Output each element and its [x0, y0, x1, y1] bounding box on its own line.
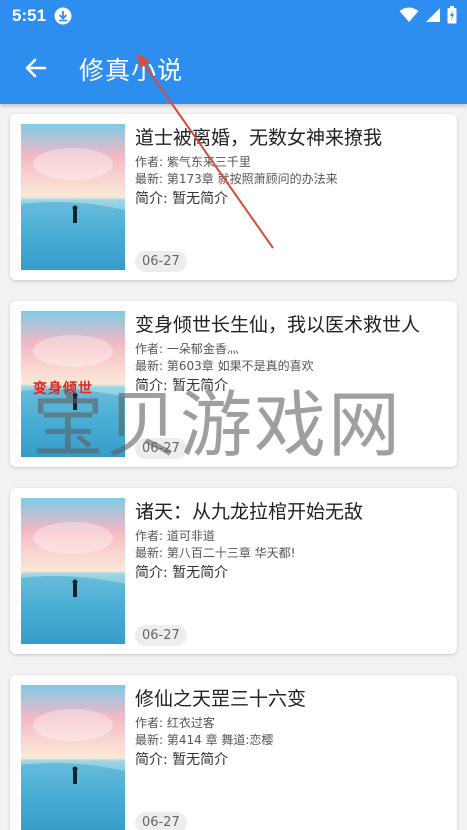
- book-card[interactable]: 修仙之天罡三十六变 作者: 红衣过客 最新: 第414 章 舞道:恋樱 简介: …: [10, 675, 457, 830]
- book-author: 作者: 紫气东来三千里: [135, 155, 251, 169]
- book-latest: 最新: 第八百二十三章 华天都!: [135, 546, 296, 560]
- book-cover: 变身倾世: [21, 311, 125, 457]
- book-date: 06-27: [135, 251, 187, 272]
- cover-title-text: 变身倾世: [33, 381, 93, 397]
- arrow-left-icon[interactable]: [22, 54, 50, 82]
- book-latest: 最新: 第414 章 舞道:恋樱: [135, 733, 274, 747]
- book-card[interactable]: 道士被离婚，无数女神来撩我 作者: 紫气东来三千里 最新: 第173章 就按照萧…: [10, 114, 457, 280]
- page-title: 修真小说: [79, 56, 184, 85]
- download-icon: [54, 7, 72, 25]
- book-author: 作者: 道可非道: [135, 529, 215, 543]
- battery-icon: [447, 6, 457, 24]
- book-card[interactable]: 诸天：从九龙拉棺开始无敌 作者: 道可非道 最新: 第八百二十三章 华天都! 简…: [10, 488, 457, 654]
- book-date: 06-27: [135, 625, 187, 646]
- book-date: 06-27: [135, 438, 187, 459]
- book-title[interactable]: 诸天：从九龙拉棺开始无敌: [135, 500, 451, 524]
- wifi-icon: [399, 7, 419, 22]
- book-info: 修仙之天罡三十六变 作者: 红衣过客 最新: 第414 章 舞道:恋樱 简介: …: [135, 687, 451, 770]
- book-title[interactable]: 修仙之天罡三十六变: [135, 687, 451, 711]
- book-intro: 简介: 暂无简介: [135, 191, 229, 207]
- book-info: 诸天：从九龙拉棺开始无敌 作者: 道可非道 最新: 第八百二十三章 华天都! 简…: [135, 500, 451, 583]
- book-cover: [21, 498, 125, 644]
- book-date: 06-27: [135, 812, 187, 830]
- book-author: 作者: 红衣过客: [135, 716, 215, 730]
- book-intro: 简介: 暂无简介: [135, 565, 229, 581]
- book-cover: [21, 685, 125, 830]
- book-latest: 最新: 第603章 如果不是真的喜欢: [135, 359, 314, 373]
- status-bar: 5:51: [0, 0, 467, 32]
- book-title[interactable]: 变身倾世长生仙，我以医术救世人: [135, 313, 451, 337]
- system-icons: [399, 6, 457, 24]
- book-card[interactable]: 变身倾世 变身倾世长生仙，我以医术救世人 作者: 一朵郁金香灬 最新: 第603…: [10, 301, 457, 467]
- book-latest: 最新: 第173章 就按照萧顾问的办法来: [135, 172, 338, 186]
- book-cover: [21, 124, 125, 270]
- app-bar: 修真小说: [0, 32, 467, 104]
- signal-icon: [426, 8, 440, 22]
- book-title[interactable]: 道士被离婚，无数女神来撩我: [135, 126, 451, 150]
- book-info: 变身倾世长生仙，我以医术救世人 作者: 一朵郁金香灬 最新: 第603章 如果不…: [135, 313, 451, 396]
- book-intro: 简介: 暂无简介: [135, 752, 229, 768]
- book-intro: 简介: 暂无简介: [135, 378, 229, 394]
- book-info: 道士被离婚，无数女神来撩我 作者: 紫气东来三千里 最新: 第173章 就按照萧…: [135, 126, 451, 209]
- status-time: 5:51: [12, 6, 47, 25]
- book-author: 作者: 一朵郁金香灬: [135, 342, 239, 356]
